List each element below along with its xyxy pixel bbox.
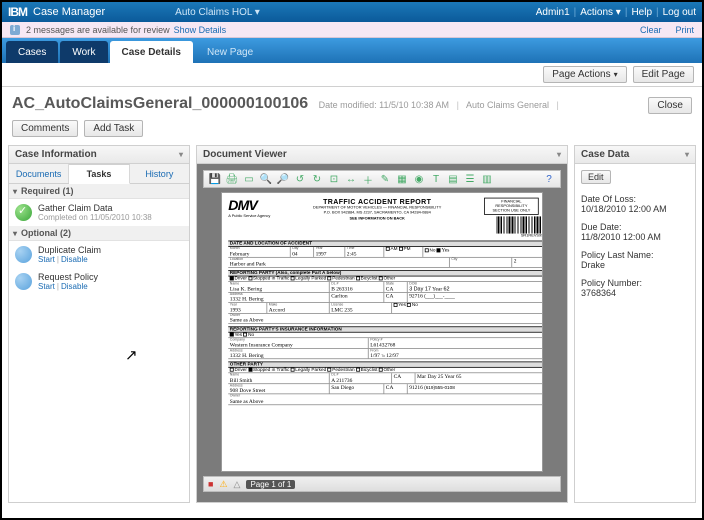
case-title: AC_AutoClaimsGeneral_000000100106 [12, 95, 308, 112]
actions-menu[interactable]: Actions ▾ [580, 7, 621, 18]
subtab-history[interactable]: History [130, 164, 189, 183]
task-duplicate-claim[interactable]: Duplicate Claim Start|Disable [9, 241, 189, 268]
rotate-right-icon[interactable]: ↻ [310, 172, 324, 186]
print-icon[interactable]: 🖨 [225, 172, 239, 186]
annotate-icon[interactable]: ✎ [378, 172, 392, 186]
actual-size-icon[interactable]: ⊡ [327, 172, 341, 186]
page-indicator: Page 1 of 1 [246, 480, 295, 489]
highlight-icon[interactable]: ▦ [395, 172, 409, 186]
info-icon [10, 25, 20, 35]
case-header: AC_AutoClaimsGeneral_000000100106 Date m… [2, 87, 702, 120]
info-small-icon[interactable]: ⚠ [219, 479, 227, 490]
message-text: 2 messages are available for review [26, 25, 170, 35]
actions-bar: Page Actions Edit Page [2, 63, 702, 87]
barcode-icon [497, 216, 543, 233]
modified-value: 11/5/10 10:38 AM [379, 100, 449, 110]
top-right-links: Admin1| Actions ▾| Help| Log out [536, 7, 696, 18]
mouse-cursor-icon [125, 346, 138, 364]
context-dropdown[interactable]: Auto Claims HOL ▾ [175, 7, 260, 18]
add-task-button[interactable]: Add Task [84, 120, 143, 137]
task-gather-claim-data[interactable]: Gather Claim Data Completed on 11/05/201… [9, 199, 189, 226]
thumbnails-icon[interactable]: ▥ [480, 172, 494, 186]
optional-section-header[interactable]: ▾Optional (2) [9, 226, 189, 241]
help-icon[interactable]: ? [542, 172, 556, 186]
dmv-logo: DMV [228, 198, 270, 214]
document-viewer-panel: Document Viewer▾ 💾 🖨 ▭ 🔍 🔎 ↺ ↻ ⊡ ↔ ＋ ✎ ▦… [196, 145, 568, 503]
comments-button[interactable]: Comments [12, 120, 78, 137]
case-type: Auto Claims General [466, 100, 549, 110]
start-link[interactable]: Start [38, 282, 55, 291]
stop-icon[interactable]: ■ [208, 479, 213, 489]
ibm-logo: IBM [8, 5, 27, 19]
show-details-link[interactable]: Show Details [174, 25, 227, 35]
required-section-header[interactable]: ▾Required (1) [9, 184, 189, 199]
text-icon[interactable]: T [429, 172, 443, 186]
edit-button[interactable]: Edit [581, 170, 611, 184]
app-title: Case Manager [33, 6, 105, 18]
panel-title-left: Case Information [15, 149, 97, 160]
fit-icon[interactable]: ▭ [242, 172, 256, 186]
clear-link[interactable]: Clear [640, 25, 662, 35]
status-pending-icon [15, 246, 32, 263]
nav-tabs: Cases Work Case Details New Page [2, 38, 702, 63]
fit-width-icon[interactable]: ↔ [344, 172, 358, 186]
disable-link[interactable]: Disable [61, 255, 88, 264]
panel-title-mid: Document Viewer [203, 149, 287, 160]
zoom-out-icon[interactable]: 🔎 [276, 172, 290, 186]
page-actions-button[interactable]: Page Actions [543, 66, 626, 83]
viewer-toolbar: 💾 🖨 ▭ 🔍 🔎 ↺ ↻ ⊡ ↔ ＋ ✎ ▦ ◉ T ▤ ☰ ▥ ? [203, 170, 561, 188]
viewer-status-bar: ■ ⚠ △ Page 1 of 1 [203, 476, 561, 492]
subtab-tasks[interactable]: Tasks [69, 164, 129, 184]
edit-page-button[interactable]: Edit Page [633, 66, 694, 83]
status-pending-icon [15, 273, 32, 290]
case-data-panel: Case Data▾ Edit Date Of Loss:10/18/2010 … [574, 145, 696, 503]
close-button[interactable]: Close [648, 97, 692, 114]
user-link[interactable]: Admin1 [536, 7, 570, 18]
modified-label: Date modified: [319, 100, 377, 110]
panel-title-right: Case Data [581, 149, 629, 160]
redact-icon[interactable]: ▤ [446, 172, 460, 186]
tab-new-page[interactable]: New Page [195, 41, 265, 63]
document-page: DMV A Public Service Agency TRAFFIC ACCI… [221, 192, 543, 472]
layers-icon[interactable]: ☰ [463, 172, 477, 186]
task-request-policy[interactable]: Request Policy Start|Disable [9, 268, 189, 295]
disable-link[interactable]: Disable [61, 282, 88, 291]
subtab-documents[interactable]: Documents [9, 164, 69, 183]
add-icon[interactable]: ＋ [361, 172, 375, 186]
status-complete-icon [15, 204, 32, 221]
rotate-left-icon[interactable]: ↺ [293, 172, 307, 186]
start-link[interactable]: Start [38, 255, 55, 264]
stamp-icon[interactable]: ◉ [412, 172, 426, 186]
save-icon[interactable]: 💾 [208, 172, 222, 186]
print-link[interactable]: Print [675, 25, 694, 35]
tab-cases[interactable]: Cases [6, 41, 58, 63]
case-information-panel: Case Information▾ Documents Tasks Histor… [8, 145, 190, 503]
main-columns: Case Information▾ Documents Tasks Histor… [2, 145, 702, 509]
zoom-in-icon[interactable]: 🔍 [259, 172, 273, 186]
help-link[interactable]: Help [631, 7, 652, 18]
logout-link[interactable]: Log out [663, 7, 696, 18]
top-bar: IBM Case Manager Auto Claims HOL ▾ Admin… [2, 2, 702, 22]
message-strip: 2 messages are available for review Show… [2, 22, 702, 38]
tab-case-details[interactable]: Case Details [110, 41, 193, 63]
tab-work[interactable]: Work [60, 41, 107, 63]
